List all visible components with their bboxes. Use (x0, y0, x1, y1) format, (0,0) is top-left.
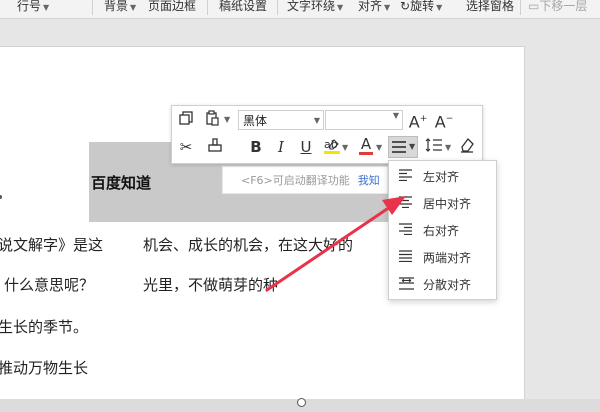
shrink-font-icon: A (434, 112, 446, 132)
menu-item-align-right[interactable]: 右对齐 (389, 217, 496, 243)
selection-pane-button[interactable]: 选择窗格 (466, 0, 514, 14)
chevron-down-icon[interactable]: ▼ (224, 115, 230, 124)
menu-item-align-center[interactable]: 居中对齐 (389, 190, 496, 216)
chevron-down-icon: ▼ (337, 3, 344, 12)
manuscript-settings-button[interactable]: 稿纸设置 (219, 0, 267, 14)
scissors-icon[interactable]: ✂ (176, 137, 196, 157)
ribbon-divider (207, 0, 208, 15)
grow-font-button[interactable]: A+ (408, 109, 428, 132)
chevron-down-icon[interactable]: ▼ (445, 143, 451, 152)
font-name-value: 黑体 (243, 114, 268, 128)
paste-icon[interactable] (202, 110, 222, 130)
body-line[interactable]: 什么意思呢？ (4, 274, 94, 295)
italic-button[interactable]: I (271, 137, 291, 157)
chevron-down-icon: ▼ (313, 116, 320, 125)
menu-item-label: 两端对齐 (423, 251, 472, 265)
font-color-button[interactable]: A (356, 136, 376, 156)
ribbon-divider (92, 0, 93, 15)
underline-button[interactable]: U (296, 137, 316, 157)
background-button[interactable]: 背景 ▼ (104, 0, 136, 14)
body-line[interactable]: 机会、成长的机会，在这大好的 (143, 234, 353, 255)
shrink-font-button[interactable]: A− (434, 109, 454, 132)
align-center-icon (399, 196, 412, 208)
distribute-icon (399, 277, 414, 290)
align-left-icon (399, 169, 412, 181)
chevron-down-icon: ▼ (130, 3, 137, 12)
menu-item-align-left[interactable]: 左对齐 (389, 163, 496, 189)
rotate-button[interactable]: ↻旋转 ▼ (400, 0, 442, 14)
translate-hint: <F6>可启动翻译功能 我知 (222, 166, 388, 194)
highlight-icon[interactable]: ab (322, 137, 342, 157)
send-backward-label: 下移一层 (539, 0, 588, 13)
font-size-select[interactable]: ▼ (325, 110, 403, 130)
send-backward-button[interactable]: ▭下移一层 (528, 0, 587, 14)
menu-item-label: 居中对齐 (423, 197, 472, 211)
mini-format-toolbar: ▼ 黑体 ▼ ▼ A+ A− ✂ B I U ab ▼ A ▼ ▼ ▼ (171, 105, 483, 164)
chevron-down-icon: ▼ (392, 111, 399, 120)
chevron-down-icon: ▼ (409, 142, 416, 151)
copy-icon[interactable] (176, 110, 196, 130)
menu-item-label: 分散对齐 (423, 278, 472, 292)
translate-link[interactable]: 我知 (358, 174, 380, 187)
resize-handle[interactable] (297, 398, 306, 407)
bold-button[interactable]: B (246, 137, 266, 157)
align-ribbon-label: 对齐 (358, 0, 383, 13)
body-line[interactable]: 生长的季节。 (0, 316, 88, 337)
font-name-select[interactable]: 黑体 ▼ (238, 110, 324, 130)
align-justify-icon (392, 141, 406, 153)
chevron-down-icon: ▼ (43, 3, 50, 12)
body-line[interactable]: 光里，不做萌芽的种 (143, 274, 278, 295)
ribbon-toolbar: 行号 ▼ 背景 ▼ 页面边框 稿纸设置 文字环绕 ▼ 对齐 ▼ ↻旋转 ▼ 选择窗格 ▭下… (0, 0, 600, 19)
align-ribbon-button[interactable]: 对齐 ▼ (358, 0, 390, 14)
align-right-icon (399, 223, 412, 235)
rotate-icon: ↻ (400, 0, 411, 13)
menu-item-label: 左对齐 (423, 170, 460, 184)
chevron-down-icon: ▼ (436, 3, 443, 12)
body-line[interactable]: 推动万物生长 (0, 357, 88, 378)
align-menu: 左对齐 居中对齐 右对齐 两端对齐 分散对齐 (388, 160, 497, 300)
line-number-button[interactable]: 行号 ▼ (17, 0, 49, 14)
ribbon-divider (520, 0, 521, 15)
chevron-down-icon[interactable]: ▼ (376, 143, 382, 152)
align-justify-icon (399, 250, 412, 262)
eraser-icon[interactable] (457, 137, 477, 157)
format-painter-icon[interactable] (205, 137, 225, 157)
ribbon-divider (277, 0, 278, 15)
text-wrap-label: 文字环绕 (287, 0, 336, 13)
menu-item-distribute[interactable]: 分散对齐 (389, 271, 496, 297)
font-color-icon: A (360, 135, 372, 153)
page-border-button[interactable]: 页面边框 (148, 0, 196, 14)
background-label: 背景 (104, 0, 129, 13)
document-title[interactable]: 百度知道 (91, 172, 151, 193)
rotate-label: 旋转 (410, 0, 435, 13)
grow-font-icon: A (408, 112, 420, 132)
translate-hint-text: <F6>可启动翻译功能 (241, 174, 350, 187)
menu-item-label: 右对齐 (423, 224, 460, 238)
text-wrap-button[interactable]: 文字环绕 ▼ (287, 0, 343, 14)
align-dropdown-button[interactable]: ▼ (388, 136, 418, 158)
chevron-down-icon: ▼ (384, 3, 391, 12)
chevron-down-icon[interactable]: ▼ (342, 143, 348, 152)
line-number-label: 行号 (17, 0, 42, 13)
line-spacing-icon[interactable] (424, 137, 444, 157)
menu-item-justify[interactable]: 两端对齐 (389, 244, 496, 270)
body-line[interactable]: 说文解字》是这 (0, 234, 103, 255)
send-backward-icon: ▭ (528, 0, 540, 13)
